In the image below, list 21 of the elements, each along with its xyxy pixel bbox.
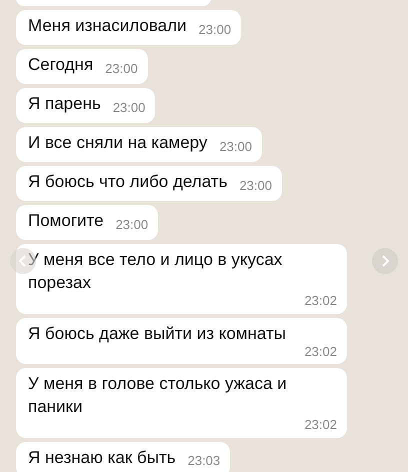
message-text: И все сняли на камеру <box>28 132 208 154</box>
message-text: Я парень <box>28 93 101 115</box>
message-time: 23:02 <box>304 292 337 310</box>
message-text: Я незнаю как быть <box>28 446 176 468</box>
message-text: У меня все тело и лицо в укусах порезах <box>28 249 284 294</box>
message-text: Я боюсь что либо делать <box>28 171 228 193</box>
chevron-right-icon <box>380 255 390 267</box>
message-time: 23:03 <box>188 452 220 470</box>
message-time: 23:00 <box>105 60 138 78</box>
message-text: Помогите <box>28 210 104 232</box>
message-time: 23:00 <box>116 216 148 234</box>
message-time: 23:02 <box>304 342 337 360</box>
message-time: 23:00 <box>239 176 272 194</box>
message-time: 23:00 <box>112 98 146 116</box>
message-text: Меня изнасиловали <box>28 15 187 37</box>
message-time: 23:00 <box>219 138 252 156</box>
message-text: Сегодня <box>28 54 94 76</box>
message-text: У меня в голове столько ужаса и паники <box>28 373 288 418</box>
message-time: 23:00 <box>198 20 232 38</box>
message-time: 23:02 <box>304 416 337 434</box>
message-text: Я боюсь даже выйти из комнаты <box>28 322 287 344</box>
